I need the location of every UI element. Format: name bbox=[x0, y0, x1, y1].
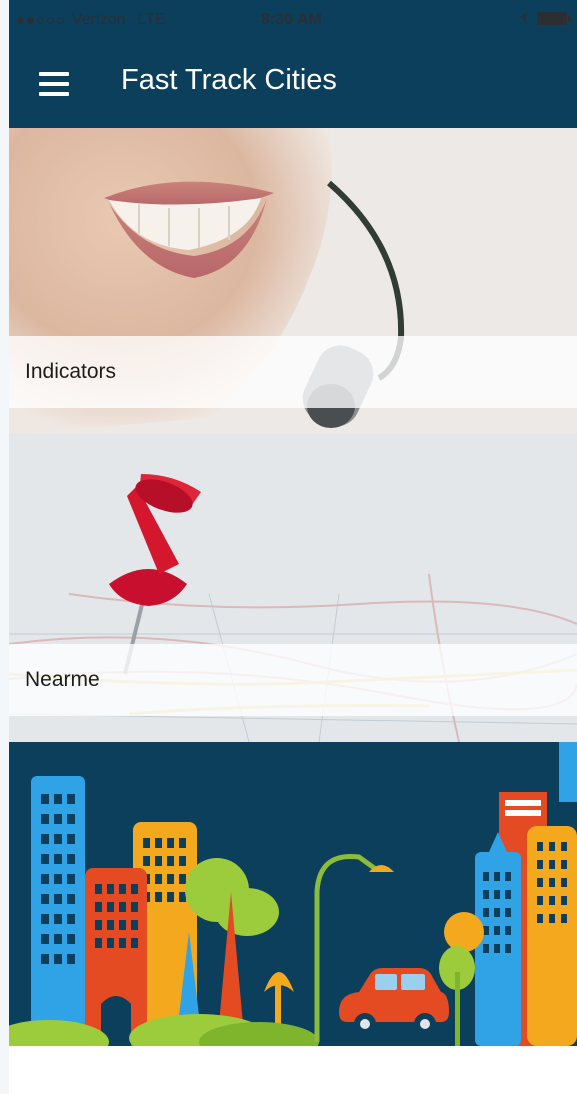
battery-icon bbox=[537, 11, 571, 25]
app-screen: Verizon LTE 8:30 AM Fast Track Cities In… bbox=[9, 0, 577, 1094]
network-type: LTE bbox=[137, 11, 166, 28]
city-skyline-illustration bbox=[9, 742, 577, 1046]
hamburger-menu-icon[interactable] bbox=[39, 72, 69, 96]
location-arrow-icon bbox=[518, 12, 528, 24]
app-title: Fast Track Cities bbox=[121, 64, 337, 96]
signal-strength-icon bbox=[17, 16, 64, 24]
tile-city-skyline[interactable] bbox=[9, 742, 577, 1046]
status-time: 8:30 AM bbox=[261, 11, 322, 28]
tile-nearme-label: Nearme bbox=[25, 668, 100, 691]
tile-indicators[interactable]: Indicators bbox=[9, 128, 577, 434]
status-bar: Verizon LTE 8:30 AM bbox=[9, 0, 577, 42]
carrier-name: Verizon bbox=[72, 11, 126, 28]
nav-bar: Fast Track Cities bbox=[9, 42, 577, 128]
tile-nearme[interactable]: Nearme bbox=[9, 434, 577, 742]
status-icons bbox=[517, 11, 571, 25]
tile-label-band: Nearme bbox=[9, 644, 577, 716]
tile-indicators-label: Indicators bbox=[25, 360, 117, 383]
tile-label-band: Indicators bbox=[9, 336, 577, 408]
carrier-info: Verizon LTE bbox=[17, 11, 166, 29]
